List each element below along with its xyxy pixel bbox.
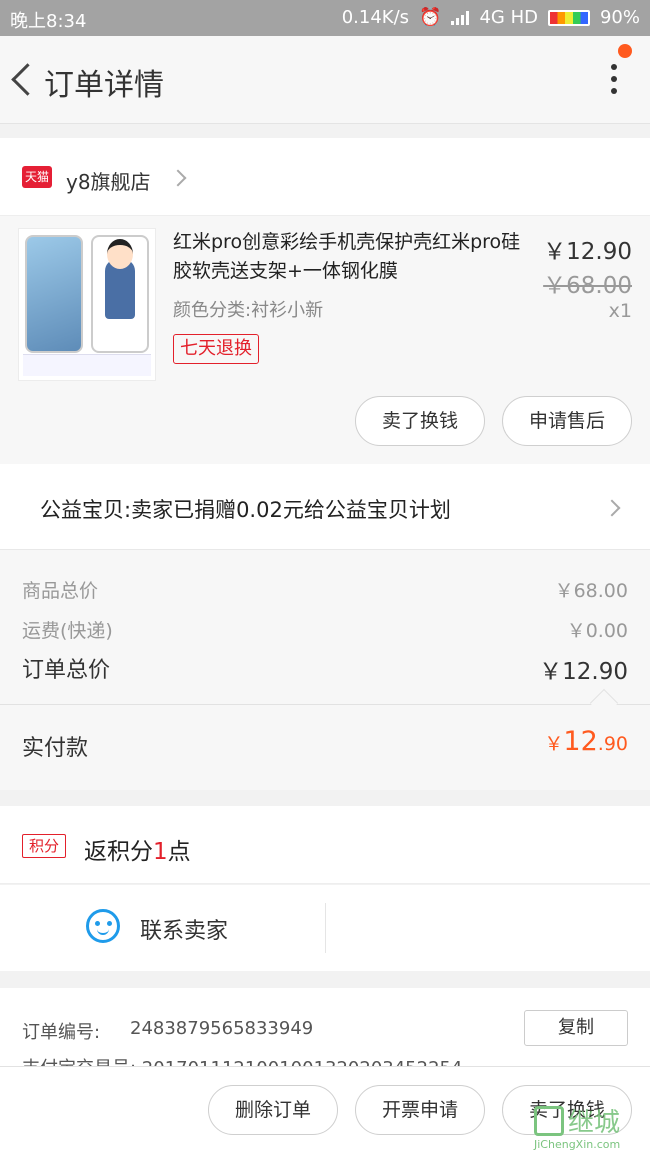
paid-amount: ￥12.90 <box>544 726 628 757</box>
divider <box>0 704 650 705</box>
subtotal-row: 商品总价 ￥68.00 <box>22 576 628 603</box>
subtotal-value: ￥68.00 <box>554 580 628 602</box>
shop-name: y8旗舰店 <box>66 170 151 194</box>
signal-icon <box>451 10 470 25</box>
tmall-icon: 天猫 <box>22 166 52 188</box>
points-prefix: 返积分 <box>84 839 153 865</box>
shipping-value: ￥0.00 <box>566 620 628 642</box>
points-badge: 积分 <box>22 834 66 858</box>
order-number-label: 订单编号: <box>22 1022 101 1043</box>
product-price: ￥12.90 <box>543 239 632 265</box>
return-policy-badge: 七天退换 <box>173 334 259 364</box>
product-image[interactable] <box>18 228 156 381</box>
product-quantity: x1 <box>608 300 632 322</box>
product-item[interactable]: 红米pro创意彩绘手机壳保护壳红米pro硅胶软壳送支架+一体钢化膜 颜色分类:衬… <box>0 216 650 464</box>
invoice-request-button[interactable]: 开票申请 <box>355 1085 485 1135</box>
charity-text: 公益宝贝:卖家已捐赠0.02元给公益宝贝计划 <box>40 498 451 522</box>
phone-image-left <box>25 235 83 353</box>
sell-button[interactable]: 卖了换钱 <box>355 396 485 446</box>
copy-button[interactable]: 复制 <box>524 1010 628 1046</box>
status-time: 晚上8:34 <box>10 11 87 32</box>
notification-dot <box>618 44 632 58</box>
status-bar: 晚上8:34 0.14K/s ⏰ 4G HD 90% <box>0 0 650 36</box>
shop-row[interactable]: 天猫 y8旗舰店 <box>0 138 650 216</box>
charity-row[interactable]: 公益宝贝:卖家已捐赠0.02元给公益宝贝计划 <box>0 464 650 550</box>
vertical-divider <box>325 903 326 953</box>
points-row: 积分 返积分1点 <box>0 806 650 884</box>
product-original-price: ￥68.00 <box>543 273 632 299</box>
total-row: 订单总价 ￥12.90 <box>22 652 628 686</box>
battery-level: 90% <box>599 7 640 28</box>
watermark-text: 继城 <box>568 1108 621 1138</box>
points-count: 1 <box>153 839 168 865</box>
image-caption-strip <box>23 354 151 376</box>
page-title: 订单详情 <box>44 68 164 103</box>
total-value: ￥12.90 <box>539 659 628 685</box>
status-right: 0.14K/s ⏰ 4G HD 90% <box>342 7 640 28</box>
watermark: 继城 JiChengXin.com <box>534 1102 646 1152</box>
paid-integer: 12 <box>563 726 598 757</box>
price-summary: 商品总价 ￥68.00 运费(快递) ￥0.00 订单总价 ￥12.90 实付款… <box>0 550 650 790</box>
shipping-label: 运费(快递) <box>22 620 113 642</box>
watermark-url: JiChengXin.com <box>534 1138 621 1151</box>
chevron-right-icon <box>603 499 621 517</box>
points-text: 返积分1点 <box>84 832 191 866</box>
order-info: 订单编号: 2483879565833949 复制 支付宝交易号: 201701… <box>0 988 650 1068</box>
order-number-value: 2483879565833949 <box>130 1018 314 1039</box>
contact-seller-button[interactable]: 联系卖家 <box>140 913 228 945</box>
after-sales-button[interactable]: 申请售后 <box>502 396 632 446</box>
paid-decimal: .90 <box>597 733 628 755</box>
chat-smiley-icon[interactable] <box>86 909 120 943</box>
points-suffix: 点 <box>167 839 191 865</box>
paid-label: 实付款 <box>22 736 89 761</box>
delete-order-button[interactable]: 删除订单 <box>208 1085 338 1135</box>
nav-bar: 订单详情 <box>0 36 650 124</box>
divider-notch <box>589 688 619 718</box>
network-speed: 0.14K/s <box>341 7 410 28</box>
total-label: 订单总价 <box>22 658 111 683</box>
chevron-right-icon <box>169 169 187 187</box>
network-type: 4G HD <box>479 7 538 28</box>
watermark-logo-icon <box>534 1106 564 1136</box>
battery-icon <box>547 9 590 26</box>
back-icon[interactable] <box>8 60 36 100</box>
paid-currency: ￥ <box>544 733 564 755</box>
shipping-row: 运费(快递) ￥0.00 <box>22 616 628 643</box>
alarm-icon: ⏰ <box>419 7 442 28</box>
subtotal-label: 商品总价 <box>22 580 99 602</box>
cartoon-figure <box>105 239 135 319</box>
product-title: 红米pro创意彩绘手机壳保护壳红米pro硅胶软壳送支架+一体钢化膜 <box>173 231 521 282</box>
product-sku: 颜色分类:衬衫小新 <box>173 300 324 321</box>
contact-row: 联系卖家 <box>0 885 650 971</box>
more-icon[interactable] <box>608 64 620 98</box>
